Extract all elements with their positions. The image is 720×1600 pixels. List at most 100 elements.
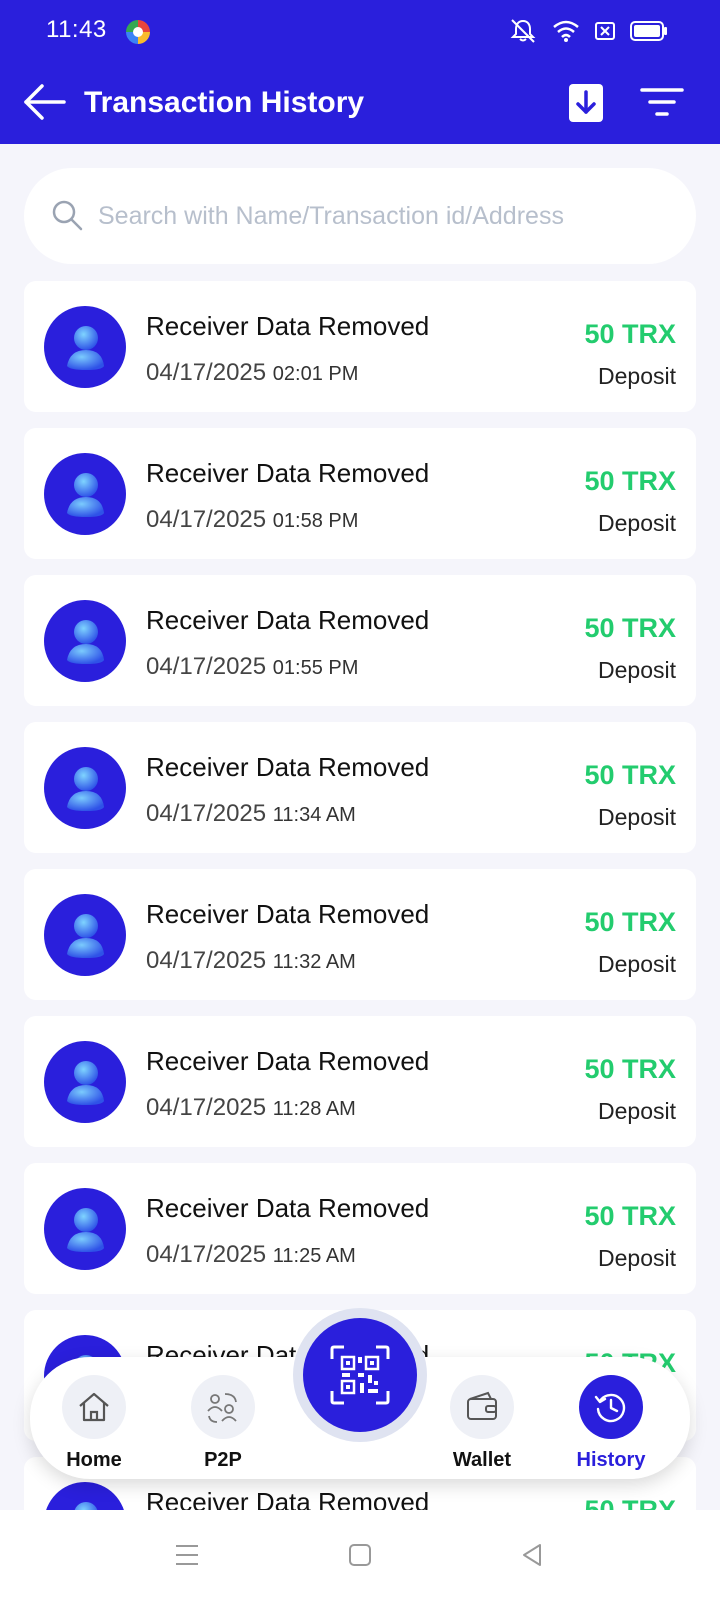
home-icon — [79, 1392, 109, 1422]
avatar — [44, 1188, 126, 1270]
nav-item-home[interactable]: Home — [46, 1375, 142, 1472]
user-avatar-icon — [67, 1061, 104, 1105]
transaction-time: 11:25 AM — [272, 1245, 356, 1267]
download-icon — [576, 90, 596, 114]
transaction-type: Deposit — [598, 363, 676, 389]
transaction-date: 04/17/2025 — [146, 1241, 267, 1268]
transaction-datetime: 04/17/2025 02:01 PM — [146, 359, 358, 387]
user-avatar-icon — [67, 914, 104, 958]
arrow-left-icon — [24, 84, 66, 120]
transaction-date: 04/17/2025 — [146, 359, 267, 386]
avatar — [44, 600, 126, 682]
system-nav-bar — [0, 1510, 720, 1600]
user-avatar-icon — [67, 620, 104, 664]
transaction-time: 01:58 PM — [272, 510, 359, 532]
transaction-amount: 50 TRX — [584, 907, 676, 937]
transaction-name: Receiver Data Removed — [146, 1193, 430, 1223]
avatar — [44, 453, 126, 535]
transaction-name: Receiver Data Removed — [146, 311, 430, 341]
transaction-amount: 50 TRX — [584, 760, 676, 790]
transaction-card[interactable]: Receiver Data Removed 04/17/2025 11:28 AM… — [24, 1016, 696, 1147]
transaction-date: 04/17/2025 — [146, 947, 267, 974]
back-button[interactable] — [20, 80, 68, 124]
avatar — [44, 747, 126, 829]
scan-button-ring — [293, 1308, 427, 1442]
transaction-amount: 50 TRX — [584, 613, 676, 643]
transaction-amount: 50 TRX — [584, 466, 676, 496]
transaction-date: 04/17/2025 — [146, 800, 267, 827]
filter-button[interactable] — [640, 84, 684, 122]
search-icon — [52, 200, 83, 231]
transaction-datetime: 04/17/2025 11:32 AM — [146, 947, 356, 975]
nav-label-history: History — [576, 1449, 646, 1471]
history-icon — [594, 1393, 626, 1423]
nav-label-home: Home — [66, 1449, 122, 1471]
transaction-card[interactable]: Receiver Data Removed 04/17/2025 01:55 PM… — [24, 575, 696, 706]
avatar — [44, 1041, 126, 1123]
nav-item-p2p[interactable]: P2P — [175, 1375, 271, 1472]
status-bar: 11:43 — [0, 0, 720, 62]
transaction-datetime: 04/17/2025 01:58 PM — [146, 506, 358, 534]
transaction-amount: 50 TRX — [584, 1054, 676, 1084]
user-avatar-icon — [67, 767, 104, 811]
transaction-time: 11:28 AM — [272, 1098, 356, 1120]
transaction-type: Deposit — [598, 951, 676, 977]
transaction-datetime: 04/17/2025 11:34 AM — [146, 800, 356, 828]
transaction-type: Deposit — [598, 657, 676, 683]
transaction-name: Receiver Data Removed — [146, 1046, 430, 1076]
transaction-name: Receiver Data Removed — [146, 899, 430, 929]
menu-icon[interactable] — [172, 1540, 202, 1570]
wifi-icon — [553, 20, 579, 42]
user-avatar-icon — [67, 1208, 104, 1252]
transaction-time: 02:01 PM — [272, 363, 359, 385]
transaction-card[interactable]: Receiver Data Removed 04/17/2025 11:34 AM… — [24, 722, 696, 853]
transaction-amount: 50 TRX — [584, 1201, 676, 1231]
qr-scan-icon — [330, 1345, 390, 1405]
transaction-card[interactable]: Receiver Data Removed 04/17/2025 02:01 PM… — [24, 281, 696, 412]
transaction-card[interactable]: Receiver Data Removed 04/17/2025 01:58 PM… — [24, 428, 696, 559]
status-icons — [508, 18, 668, 44]
home-square-icon[interactable] — [345, 1540, 375, 1570]
download-button[interactable] — [569, 84, 603, 122]
transaction-type: Deposit — [598, 1245, 676, 1271]
transaction-time: 11:32 AM — [272, 951, 356, 973]
transaction-card[interactable]: Receiver Data Removed 04/17/2025 11:32 AM… — [24, 869, 696, 1000]
transaction-card[interactable]: Receiver Data Removed 04/17/2025 11:25 AM… — [24, 1163, 696, 1294]
transaction-type: Deposit — [598, 804, 676, 830]
transaction-datetime: 04/17/2025 11:25 AM — [146, 1241, 356, 1269]
p2p-icon — [207, 1393, 237, 1423]
search-bar — [24, 168, 696, 264]
transaction-date: 04/17/2025 — [146, 506, 267, 533]
nav-label-p2p: P2P — [204, 1449, 242, 1471]
battery-icon — [630, 21, 667, 41]
page-title: Transaction History — [84, 86, 365, 119]
transaction-time: 01:55 PM — [272, 657, 359, 679]
transaction-type: Deposit — [598, 510, 676, 536]
filter-icon — [640, 88, 684, 116]
user-avatar-icon — [67, 326, 104, 370]
search-input[interactable] — [98, 190, 658, 242]
nav-item-wallet[interactable]: Wallet — [434, 1375, 530, 1472]
transaction-datetime: 04/17/2025 01:55 PM — [146, 653, 358, 681]
transaction-name: Receiver Data Removed — [146, 752, 430, 782]
nav-item-history[interactable]: History — [563, 1375, 659, 1472]
avatar — [44, 306, 126, 388]
transaction-name: Receiver Data Removed — [146, 605, 430, 635]
wallet-icon — [467, 1391, 497, 1420]
transaction-time: 11:34 AM — [272, 804, 356, 826]
nav-label-wallet: Wallet — [452, 1449, 512, 1471]
app-bar: Transaction History — [0, 62, 720, 144]
no-sim-icon — [595, 22, 615, 40]
back-triangle-icon[interactable] — [517, 1540, 547, 1570]
transaction-date: 04/17/2025 — [146, 1094, 267, 1121]
user-avatar-icon — [67, 473, 104, 517]
status-time: 11:43 — [46, 16, 107, 43]
transaction-name: Receiver Data Removed — [146, 458, 430, 488]
avatar — [44, 894, 126, 976]
mute-bell-icon — [510, 19, 536, 43]
transaction-type: Deposit — [598, 1098, 676, 1124]
transaction-date: 04/17/2025 — [146, 653, 267, 680]
scan-qr-button[interactable] — [303, 1318, 417, 1432]
browser-app-icon — [126, 20, 150, 44]
transaction-amount: 50 TRX — [584, 319, 676, 349]
